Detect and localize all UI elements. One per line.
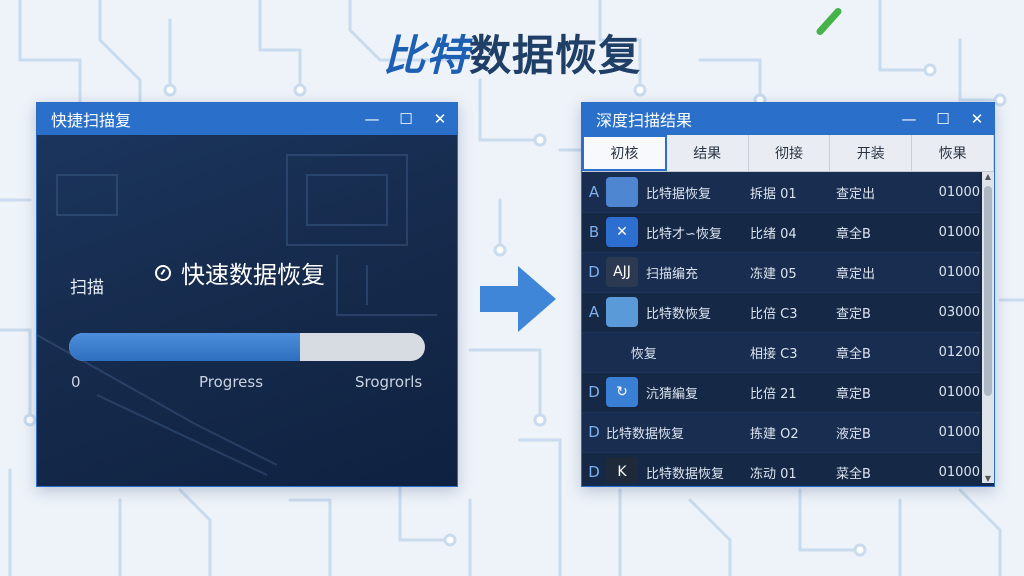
deep-scan-titlebar: 深度扫描结果 — ☐ ✕ <box>582 103 994 135</box>
cell-c3: 液定B <box>836 426 871 442</box>
minimize-icon[interactable]: — <box>892 110 926 128</box>
file-thumbnail-icon <box>606 297 638 327</box>
file-name: 比特数恢复 <box>646 306 712 322</box>
scrollbar-thumb[interactable] <box>984 186 992 396</box>
scroll-up-icon[interactable]: ▲ <box>982 172 994 181</box>
quick-recovery-title: 快速数据恢复 <box>155 255 325 290</box>
file-name: 比特才∽恢复 <box>646 226 722 242</box>
quick-recovery-label: 快速数据恢复 <box>181 261 325 289</box>
cell-c4: 01000 <box>938 464 980 480</box>
tab-2[interactable]: 结果 <box>667 135 749 171</box>
cell-c2: 相接 C3 <box>750 346 798 362</box>
list-item[interactable]: A 比特据恢复 拆据 01 查定出 01000 <box>582 172 980 213</box>
maximize-icon[interactable]: ☐ <box>926 110 960 128</box>
headline-rest: 数据恢复 <box>469 31 642 80</box>
scrollbar[interactable]: ▲ ▼ <box>982 172 994 483</box>
file-thumbnail-icon: K <box>606 457 638 483</box>
maximize-icon[interactable]: ☐ <box>389 110 423 128</box>
arrow-right-icon <box>480 266 556 332</box>
page-headline: 比特数据恢复 <box>0 22 1024 83</box>
cell-c3: 查定B <box>836 306 871 322</box>
file-name: 比特据恢复 <box>646 186 712 202</box>
compass-icon <box>155 264 171 281</box>
cell-c3: 章定B <box>836 386 871 402</box>
progress-mid-label: Progress <box>199 373 264 391</box>
file-thumbnail-icon <box>606 177 638 207</box>
close-icon[interactable]: ✕ <box>960 110 994 128</box>
quick-scan-titlebar: 快捷扫描复 — ☐ ✕ <box>37 103 457 135</box>
progress-bar <box>69 333 425 361</box>
close-icon[interactable]: ✕ <box>423 110 457 128</box>
tab-1[interactable]: 初核 <box>582 135 667 171</box>
cell-c2: 比倍 C3 <box>750 306 798 322</box>
result-tabs: 初核 结果 彻接 开装 恢果 <box>582 135 994 172</box>
progress-end-label: Srogrorls <box>355 373 423 391</box>
progress-start-label: 0 <box>71 373 81 391</box>
motherboard-decoration <box>37 154 437 476</box>
cell-c3: 菜全B <box>836 466 871 482</box>
drive-letter: D <box>588 383 600 401</box>
drive-letter: D <box>588 263 600 281</box>
list-item[interactable]: D AJJ 扫描编充 冻建 05 章定出 01000 <box>582 252 980 293</box>
cell-c3: 章全B <box>836 226 871 242</box>
tab-4[interactable]: 开装 <box>830 135 913 171</box>
headline-accent: 比特 <box>382 31 469 80</box>
list-item[interactable]: D ↻ 沆猜編复 比倍 21 章定B 01000 <box>582 372 980 413</box>
file-name: 比特数据恢复 <box>646 466 725 482</box>
minimize-icon[interactable]: — <box>355 110 389 128</box>
cell-c4: 01000 <box>938 264 980 280</box>
cell-c2: 冻建 05 <box>750 266 797 282</box>
drive-letter: A <box>588 183 600 201</box>
tab-5[interactable]: 恢果 <box>912 135 994 171</box>
cell-c4: 01000 <box>938 384 980 400</box>
cell-c3: 查定出 <box>836 186 876 202</box>
drive-letter: D <box>588 423 600 441</box>
progress-fill <box>69 333 301 361</box>
cell-c4: 01000 <box>938 184 980 200</box>
quick-scan-body: 快速数据恢复 扫描 0 Progress Srogrorls <box>37 135 457 486</box>
list-item[interactable]: D K 比特数据恢复 冻动 01 菜全B 01000 <box>582 452 980 483</box>
list-item[interactable]: 恢复 相接 C3 章全B 01200 <box>582 332 980 373</box>
cell-c2: 拆据 01 <box>750 186 797 202</box>
cell-c3: 章定出 <box>836 266 876 282</box>
file-name: 扫描编充 <box>646 266 699 282</box>
tab-3[interactable]: 彻接 <box>749 135 831 171</box>
cell-c4: 01000 <box>938 424 980 440</box>
cell-c4: 01000 <box>938 224 980 240</box>
cell-c2: 比倍 21 <box>750 386 797 402</box>
list-item[interactable]: A 比特数恢复 比倍 C3 查定B 03000 <box>582 292 980 333</box>
file-name: 比特数据恢复 <box>606 426 685 442</box>
cell-c2: 拣建 O2 <box>750 426 799 442</box>
deep-scan-window: 深度扫描结果 — ☐ ✕ 初核 结果 彻接 开装 恢果 D K 比特数据恢复 冻动 0… <box>581 102 995 487</box>
cell-c4: 01200 <box>938 344 980 360</box>
drive-letter: D <box>588 463 600 481</box>
quick-scan-window: 快捷扫描复 — ☐ ✕ 快速数据恢复 扫描 0 Progress Srogror… <box>36 102 458 487</box>
window-title: 快捷扫描复 <box>51 111 132 130</box>
file-thumbnail-icon: ↻ <box>606 377 638 407</box>
list-item[interactable]: B ✕ 比特才∽恢复 比绪 04 章全B 01000 <box>582 212 980 253</box>
cell-c4: 03000 <box>938 304 980 320</box>
result-list: D K 比特数据恢复 冻动 01 菜全B 01000 D 比特数据恢复 拣建 O2 液定B 0100… <box>582 172 994 483</box>
file-name: 沆猜編复 <box>646 386 699 402</box>
cell-c3: 章全B <box>836 346 871 362</box>
window-title: 深度扫描结果 <box>596 111 693 130</box>
file-thumbnail-icon: AJJ <box>606 257 638 287</box>
scroll-down-icon[interactable]: ▼ <box>982 474 994 483</box>
file-thumbnail-icon: ✕ <box>606 217 638 247</box>
drive-letter: A <box>588 303 600 321</box>
cell-c2: 比绪 04 <box>750 226 797 242</box>
file-name: 恢复 <box>606 346 657 362</box>
list-item[interactable]: D 比特数据恢复 拣建 O2 液定B 01000 <box>582 412 980 453</box>
cell-c2: 冻动 01 <box>750 466 797 482</box>
scan-label: 扫描 <box>70 278 104 298</box>
drive-letter: B <box>588 223 600 241</box>
